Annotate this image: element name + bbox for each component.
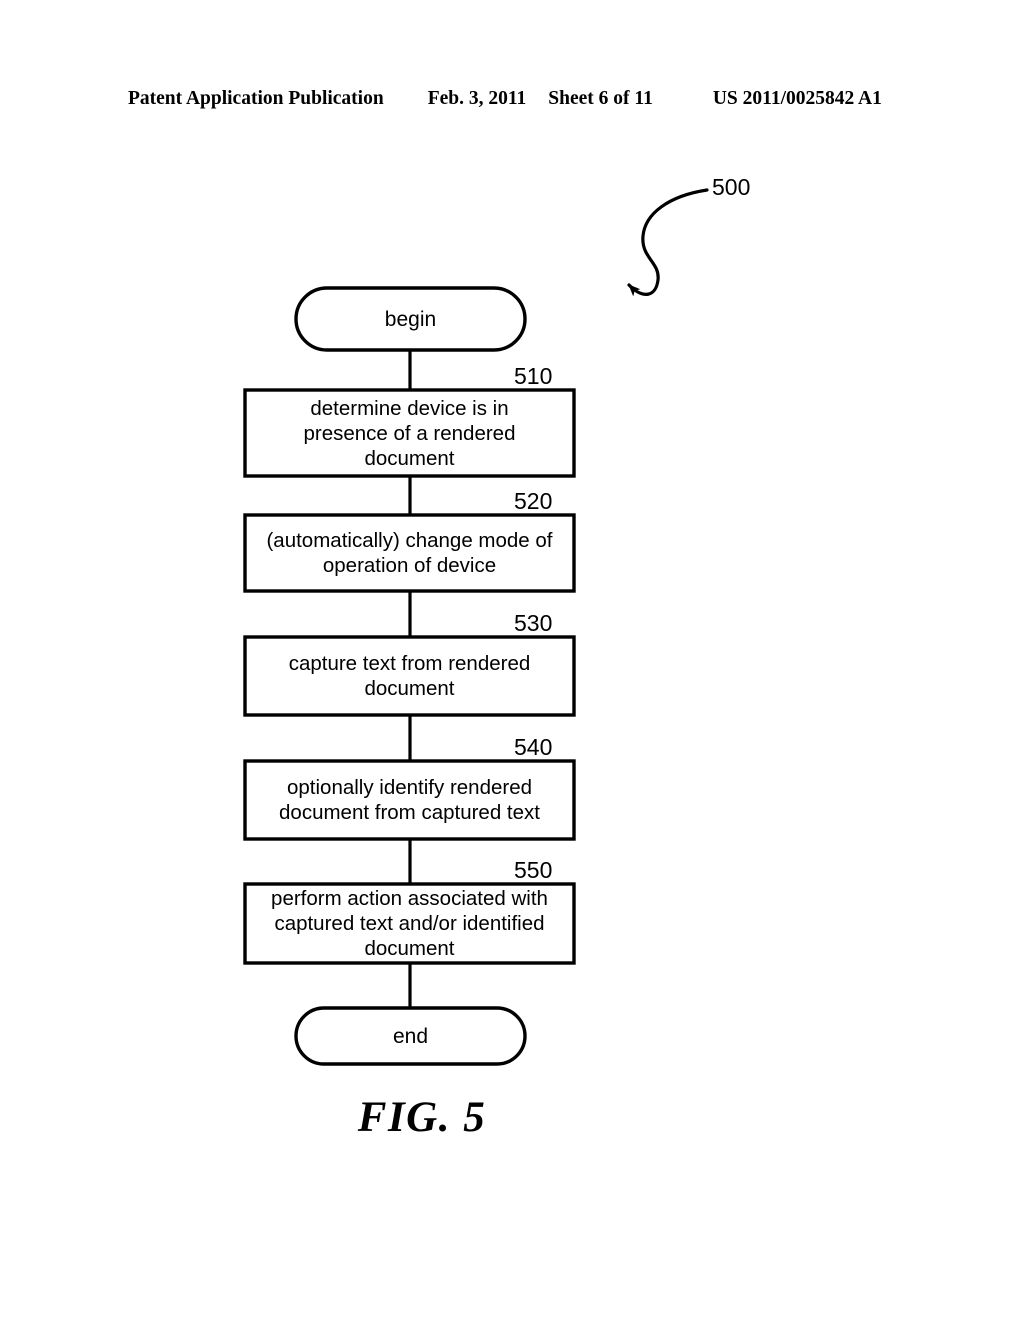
- node-begin: [294, 286, 527, 352]
- reference-numeral-510: 510: [514, 363, 553, 389]
- node-550: [243, 882, 576, 965]
- figure-caption-text: FIG. 5: [357, 1094, 487, 1141]
- node-530: [243, 635, 576, 717]
- reference-numeral-540: 540: [514, 734, 553, 760]
- reference-numeral-530: 530: [514, 610, 553, 636]
- node-end: [294, 1006, 527, 1066]
- reference-leader-500: [627, 188, 709, 297]
- figure-caption: FIG. 5: [0, 1093, 1024, 1142]
- reference-numeral-550: 550: [514, 857, 553, 883]
- node-510: [243, 388, 576, 478]
- reference-numeral-500: 500: [712, 174, 751, 200]
- reference-numeral-520: 520: [514, 488, 553, 514]
- node-520: [243, 513, 576, 593]
- node-540: [243, 759, 576, 841]
- figure-area: begin determine device is in presence of…: [0, 0, 1024, 1320]
